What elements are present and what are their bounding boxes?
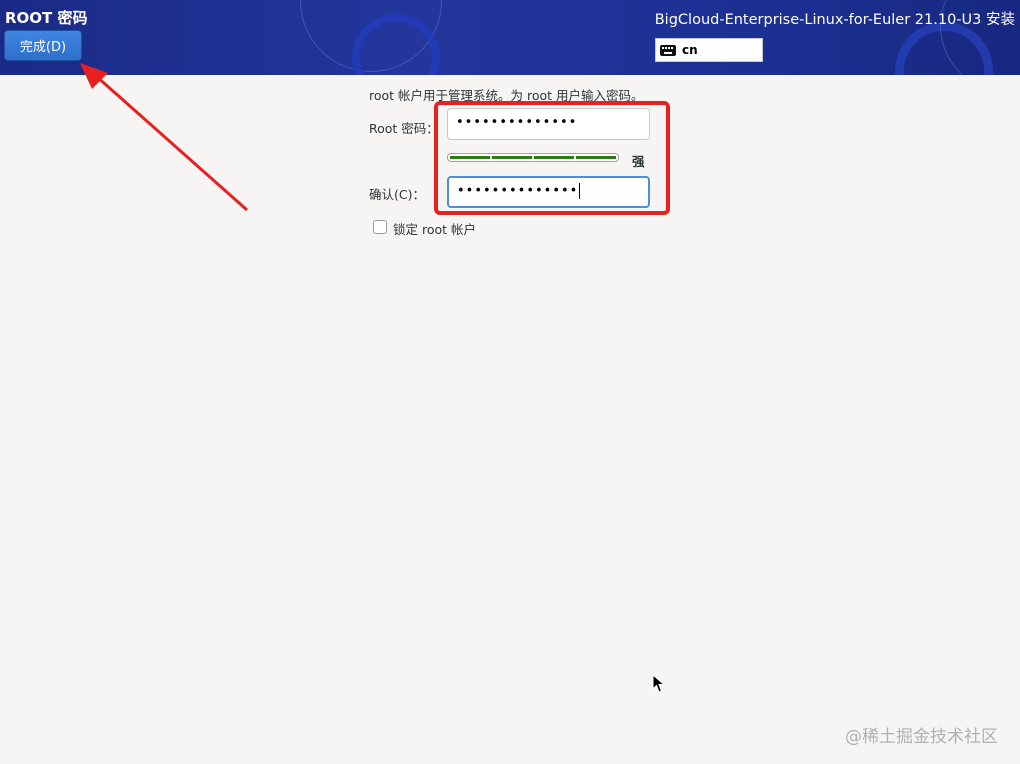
keyboard-layout-label: cn bbox=[682, 43, 698, 57]
text-caret bbox=[579, 183, 581, 199]
root-password-value: •••••••••••••• bbox=[456, 115, 578, 130]
strength-segment bbox=[450, 156, 490, 159]
lock-root-checkbox[interactable] bbox=[373, 220, 387, 234]
password-strength-bar bbox=[447, 153, 619, 162]
strength-segment bbox=[492, 156, 532, 159]
product-name: BigCloud-Enterprise-Linux-for-Euler 21.1… bbox=[654, 12, 1015, 28]
password-strength-label: 强 bbox=[632, 154, 645, 169]
strength-segment bbox=[576, 156, 616, 159]
root-password-label: Root 密码： bbox=[369, 121, 439, 136]
keyboard-layout-indicator[interactable]: cn bbox=[655, 38, 763, 62]
page-title: ROOT 密码 bbox=[5, 9, 88, 27]
strength-segment bbox=[534, 156, 574, 159]
watermark: @稀土掘金技术社区 bbox=[845, 727, 998, 747]
mouse-pointer-icon bbox=[652, 674, 666, 693]
annotation-arrow-line bbox=[95, 74, 248, 212]
root-password-input[interactable]: •••••••••••••• bbox=[447, 108, 650, 140]
keyboard-icon bbox=[660, 44, 676, 56]
confirm-password-value: •••••••••••••• bbox=[457, 183, 579, 199]
confirm-password-input[interactable]: •••••••••••••• bbox=[447, 176, 650, 208]
done-button[interactable]: 完成(D) bbox=[4, 30, 82, 61]
lock-root-label[interactable]: 锁定 root 帐户 bbox=[393, 219, 476, 238]
top-header-bar: ROOT 密码 完成(D) BigCloud-Enterprise-Linux-… bbox=[0, 0, 1020, 75]
confirm-password-label: 确认(C)： bbox=[369, 187, 425, 202]
intro-text: root 帐户用于管理系统。为 root 用户输入密码。 bbox=[369, 88, 644, 103]
